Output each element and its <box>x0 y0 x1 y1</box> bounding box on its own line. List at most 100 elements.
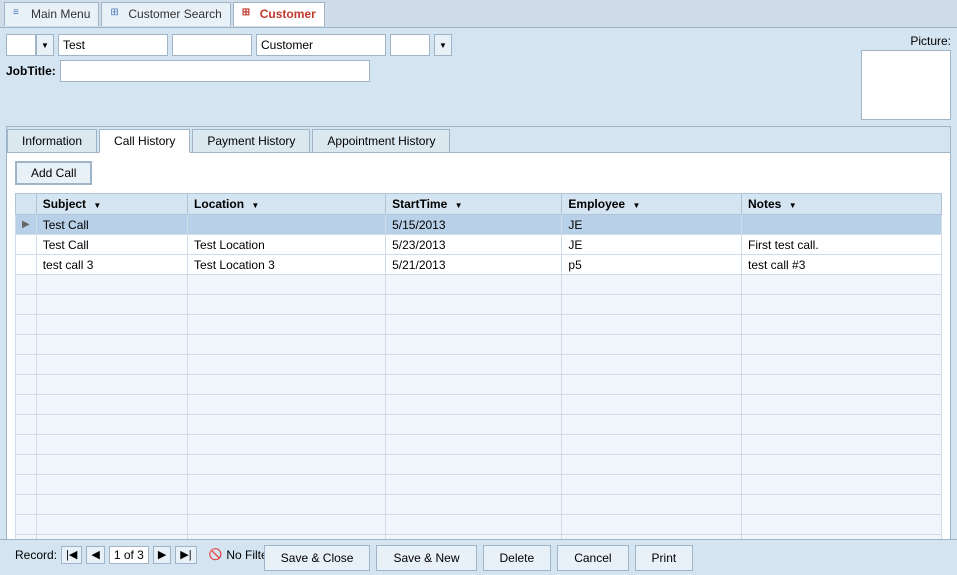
empty-cell <box>16 515 37 535</box>
suffix-dropdown-btn[interactable]: ▼ <box>434 34 452 56</box>
col-notes[interactable]: Notes ▼ <box>742 194 942 215</box>
record-label: Record: <box>15 548 57 562</box>
empty-cell <box>742 495 942 515</box>
delete-button[interactable]: Delete <box>483 545 552 571</box>
empty-cell <box>562 395 742 415</box>
title-dropdown-btn[interactable]: ▼ <box>36 34 54 56</box>
empty-cell <box>386 315 562 335</box>
empty-cell <box>742 455 942 475</box>
nav-next-btn[interactable]: ▶ <box>153 546 171 564</box>
row-indicator <box>16 235 37 255</box>
empty-cell <box>36 335 187 355</box>
picture-area: Picture: <box>831 34 951 120</box>
empty-cell <box>36 515 187 535</box>
tab-main-menu[interactable]: ≡ Main Menu <box>4 2 99 26</box>
header-row1: ▼ ▼ <box>6 34 823 56</box>
title-bar: ≡ Main Menu ⊞ Customer Search ⊞ Customer <box>0 0 957 28</box>
empty-cell <box>36 375 187 395</box>
cell-notes: test call #3 <box>742 255 942 275</box>
picture-label: Picture: <box>831 34 951 48</box>
cell-location: Test Location 3 <box>188 255 386 275</box>
last-name-input[interactable] <box>256 34 386 56</box>
tabs-panel: Information Call History Payment History… <box>6 126 951 545</box>
first-name-input[interactable] <box>58 34 168 56</box>
tab-btn-payment-history[interactable]: Payment History <box>192 129 310 152</box>
tab-main-menu-label: Main Menu <box>31 7 90 21</box>
empty-cell <box>742 435 942 455</box>
tab-btn-information[interactable]: Information <box>7 129 97 152</box>
nav-first-btn[interactable]: |◀ <box>61 546 82 564</box>
empty-cell <box>36 455 187 475</box>
employee-sort-icon: ▼ <box>632 201 640 210</box>
table-row-empty <box>16 335 942 355</box>
empty-cell <box>16 355 37 375</box>
tab-customer[interactable]: ⊞ Customer <box>233 2 325 26</box>
no-filter-icon: 🚫 <box>209 548 223 561</box>
cell-starttime: 5/23/2013 <box>386 235 562 255</box>
suffix-input[interactable] <box>390 34 430 56</box>
empty-cell <box>742 355 942 375</box>
middle-name-input[interactable] <box>172 34 252 56</box>
add-call-button[interactable]: Add Call <box>15 161 92 185</box>
cell-starttime: 5/21/2013 <box>386 255 562 275</box>
print-button[interactable]: Print <box>635 545 694 571</box>
table-row-empty <box>16 375 942 395</box>
nav-last-btn[interactable]: ▶| <box>175 546 196 564</box>
col-subject[interactable]: Subject ▼ <box>36 194 187 215</box>
cell-subject: test call 3 <box>36 255 187 275</box>
col-starttime[interactable]: StartTime ▼ <box>386 194 562 215</box>
table-row-empty <box>16 475 942 495</box>
title-dropdown-container: ▼ <box>6 34 54 56</box>
table-row[interactable]: ▶ Test Call 5/15/2013 JE <box>16 215 942 235</box>
empty-cell <box>188 415 386 435</box>
empty-cell <box>562 355 742 375</box>
table-row[interactable]: test call 3 Test Location 3 5/21/2013 p5… <box>16 255 942 275</box>
table-row-empty <box>16 395 942 415</box>
job-title-input[interactable] <box>60 60 370 82</box>
nav-prev-btn[interactable]: ◀ <box>86 546 104 564</box>
main-menu-icon: ≡ <box>13 7 27 21</box>
suffix-dropdown-container: ▼ <box>434 34 452 56</box>
record-position-input[interactable] <box>109 546 149 564</box>
cell-subject: Test Call <box>36 235 187 255</box>
empty-cell <box>386 375 562 395</box>
save-new-button[interactable]: Save & New <box>376 545 476 571</box>
empty-cell <box>562 495 742 515</box>
col-employee[interactable]: Employee ▼ <box>562 194 742 215</box>
save-close-button[interactable]: Save & Close <box>264 545 371 571</box>
empty-cell <box>742 375 942 395</box>
empty-cell <box>36 395 187 415</box>
empty-cell <box>562 335 742 355</box>
empty-cell <box>562 455 742 475</box>
table-row-empty <box>16 415 942 435</box>
empty-cell <box>16 415 37 435</box>
tab-customer-search[interactable]: ⊞ Customer Search <box>101 2 230 26</box>
table-row-empty <box>16 315 942 335</box>
empty-cell <box>742 315 942 335</box>
table-row-empty <box>16 495 942 515</box>
empty-cell <box>742 415 942 435</box>
empty-cell <box>386 355 562 375</box>
empty-cell <box>16 375 37 395</box>
title-input[interactable] <box>6 34 36 56</box>
empty-cell <box>386 455 562 475</box>
empty-cell <box>562 515 742 535</box>
table-row[interactable]: Test Call Test Location 5/23/2013 JE Fir… <box>16 235 942 255</box>
tab-btn-appointment-history[interactable]: Appointment History <box>312 129 450 152</box>
col-location[interactable]: Location ▼ <box>188 194 386 215</box>
cancel-button[interactable]: Cancel <box>557 545 628 571</box>
empty-cell <box>386 515 562 535</box>
empty-cell <box>188 375 386 395</box>
empty-cell <box>386 335 562 355</box>
notes-sort-icon: ▼ <box>789 201 797 210</box>
job-title-label: JobTitle: <box>6 64 56 78</box>
empty-cell <box>188 355 386 375</box>
cell-employee: JE <box>562 235 742 255</box>
empty-cell <box>188 495 386 515</box>
tab-customer-search-label: Customer Search <box>128 7 221 21</box>
col-indicator <box>16 194 37 215</box>
tab-btn-call-history[interactable]: Call History <box>99 129 190 153</box>
empty-cell <box>188 455 386 475</box>
empty-cell <box>16 475 37 495</box>
location-sort-icon: ▼ <box>251 201 259 210</box>
